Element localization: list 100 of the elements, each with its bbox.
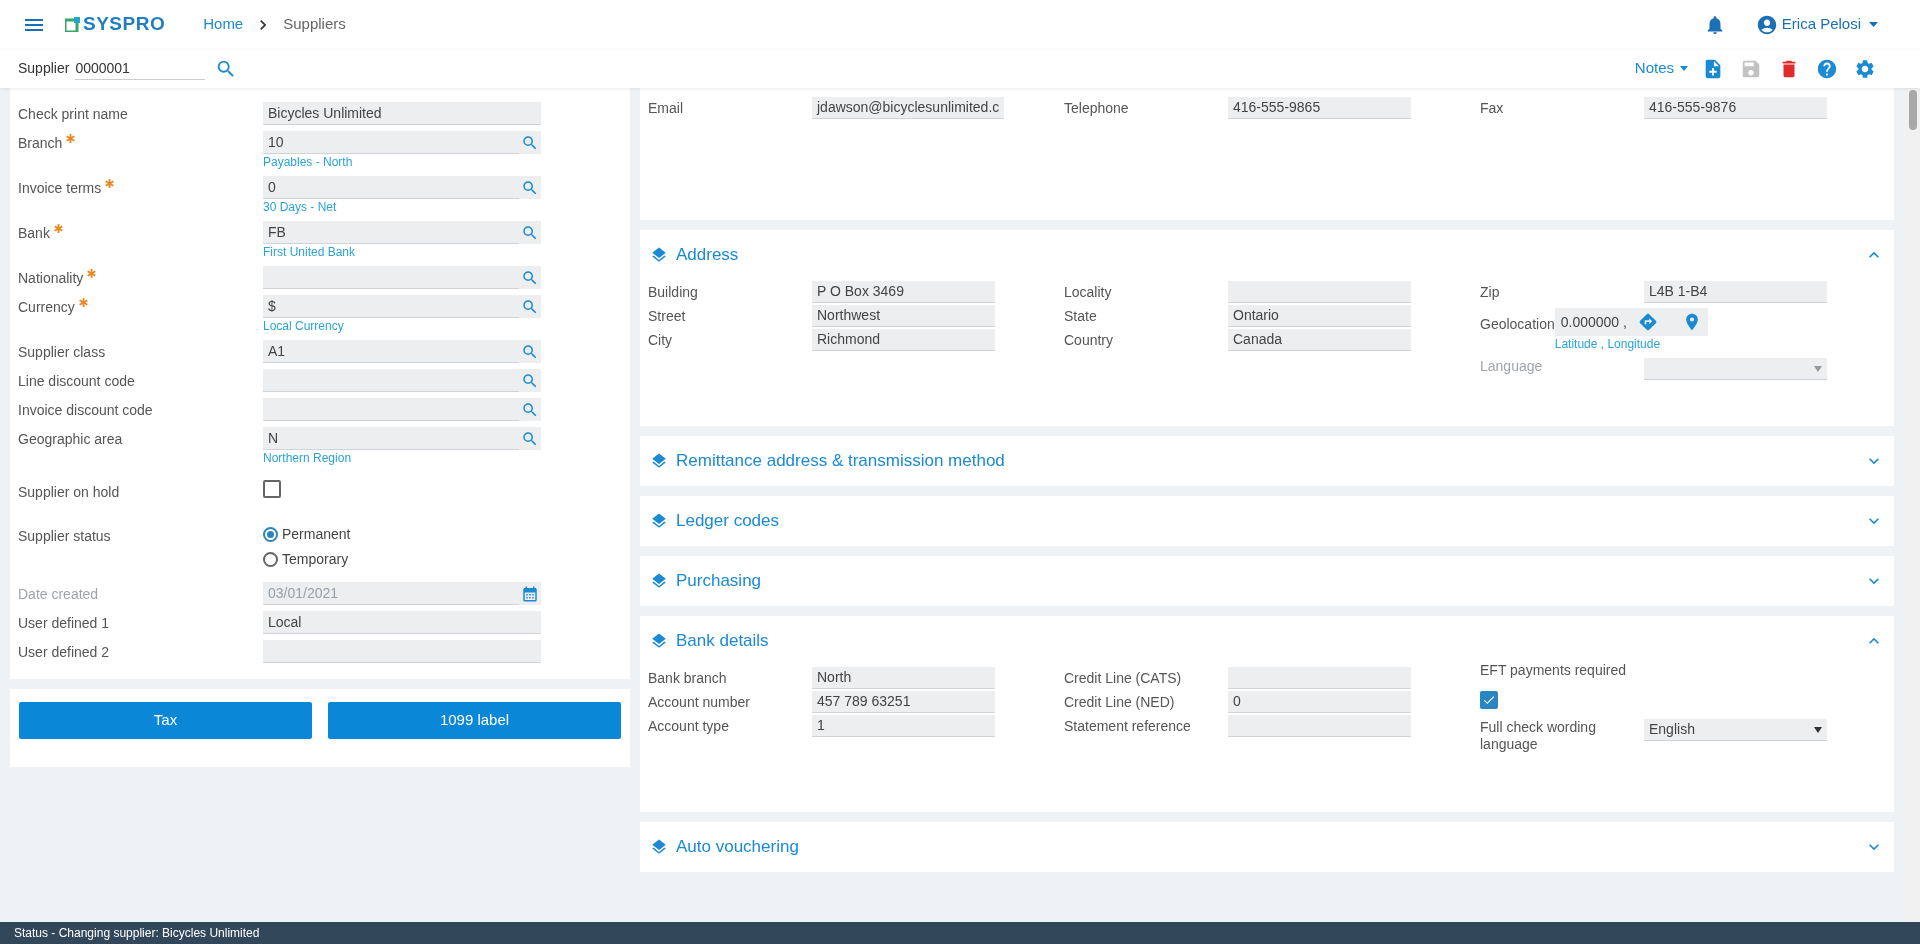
supplier-field[interactable]: 0000001 xyxy=(75,57,206,80)
action-button[interactable]: 1099 label xyxy=(328,702,621,739)
field-label: Zip xyxy=(1480,283,1501,301)
input-field[interactable]: 0 xyxy=(263,176,541,199)
input-field[interactable]: 10 xyxy=(263,131,541,154)
section-header[interactable]: Remittance address & transmission method xyxy=(640,436,1894,486)
field-label: Credit Line (CATS) xyxy=(1064,669,1183,687)
field-label: Date created xyxy=(18,585,99,604)
checkbox[interactable] xyxy=(1480,691,1498,709)
help-icon[interactable] xyxy=(1816,57,1838,80)
user-avatar-icon xyxy=(1755,13,1778,36)
section-header[interactable]: Purchasing xyxy=(640,556,1894,606)
input-field[interactable]: L4B 1-B4 xyxy=(1644,281,1827,303)
field-label: Invoice discount code xyxy=(18,401,153,420)
field-hint: Local Currency xyxy=(263,318,345,334)
section-title: Remittance address & transmission method xyxy=(676,450,1006,473)
action-button[interactable]: Tax xyxy=(19,702,312,739)
input-field[interactable] xyxy=(263,398,541,421)
input-field[interactable]: 0 xyxy=(1228,691,1411,713)
field-label: Locality xyxy=(1064,283,1113,301)
layers-icon xyxy=(650,246,668,264)
layers-icon xyxy=(650,838,668,856)
caret-icon xyxy=(1814,365,1822,372)
input-field[interactable]: FB xyxy=(263,221,541,244)
input-field[interactable]: Bicycles Unlimited xyxy=(263,102,541,125)
input-field[interactable] xyxy=(263,266,541,289)
radio-button[interactable] xyxy=(263,552,278,567)
field-label: User defined 1 xyxy=(18,614,110,633)
field-label: Country xyxy=(1064,331,1115,349)
input-field[interactable] xyxy=(263,369,541,392)
input-field[interactable]: 416-555-9876 xyxy=(1644,97,1827,119)
input-field[interactable]: 416-555-9865 xyxy=(1228,97,1411,119)
settings-icon[interactable] xyxy=(1854,57,1876,80)
field-label: User defined 2 xyxy=(18,643,110,662)
dropdown[interactable]: English xyxy=(1644,719,1827,741)
user-menu[interactable]: Erica Pelosi xyxy=(1755,13,1878,36)
caret-icon xyxy=(1814,726,1822,733)
field-label: Statement reference xyxy=(1064,717,1192,735)
field-label: Street xyxy=(648,307,687,325)
section-title: Purchasing xyxy=(676,570,763,593)
section-title: Address xyxy=(676,244,740,267)
notes-button[interactable]: Notes xyxy=(1634,57,1688,80)
caret-icon xyxy=(1869,22,1878,27)
section-header[interactable]: Auto vouchering xyxy=(640,822,1894,872)
geolocation-field[interactable]: 0.000000 , xyxy=(1554,308,1708,336)
field-label: Supplier status xyxy=(18,527,111,546)
radio-label: Temporary xyxy=(282,550,349,569)
field-label: City xyxy=(648,331,674,349)
required-mark-icon xyxy=(78,298,88,307)
required-mark-icon xyxy=(53,224,63,233)
input-field[interactable]: 1 xyxy=(812,715,995,737)
field-label: Account number xyxy=(648,693,751,711)
directions-icon[interactable] xyxy=(1637,312,1658,332)
input-field[interactable]: North xyxy=(812,667,995,689)
status-text: Status - Changing supplier: Bicycles Unlimited xyxy=(14,925,260,942)
field-label: Invoice terms xyxy=(18,179,102,198)
checkbox[interactable] xyxy=(263,480,281,498)
input-field[interactable] xyxy=(1228,281,1411,303)
section-header[interactable]: Address xyxy=(640,230,1894,280)
input-field[interactable] xyxy=(1228,667,1411,689)
field-hint: Latitude , Longitude xyxy=(1554,336,1662,352)
layers-icon xyxy=(650,572,668,590)
input-field[interactable]: Ontario xyxy=(1228,305,1411,327)
radio-button[interactable] xyxy=(263,527,278,542)
input-field[interactable]: A1 xyxy=(263,340,541,363)
breadcrumb-link[interactable]: Home xyxy=(203,13,244,36)
input-field[interactable]: N xyxy=(263,427,541,450)
field-label: Supplier on hold xyxy=(18,483,120,502)
input-field[interactable]: P O Box 3469 xyxy=(812,281,995,303)
logo-text: SYSPRO xyxy=(83,12,166,37)
logo-icon xyxy=(65,17,80,32)
field-hint: Payables - North xyxy=(263,154,354,170)
input-field[interactable]: 457 789 63251 xyxy=(812,691,995,713)
layers-icon xyxy=(650,452,668,470)
caret-icon xyxy=(1680,66,1688,71)
field-label: Nationality xyxy=(18,269,84,288)
input-field[interactable]: Local xyxy=(263,611,541,634)
field-label: Full check wording language xyxy=(1480,719,1597,753)
input-field[interactable]: Richmond xyxy=(812,329,995,351)
section-header[interactable]: Ledger codes xyxy=(640,496,1894,546)
input-field[interactable]: Canada xyxy=(1228,329,1411,351)
section-title: Ledger codes xyxy=(676,510,781,533)
input-field[interactable]: $ xyxy=(263,295,541,318)
field-label: Bank xyxy=(18,224,50,243)
field-label: Currency xyxy=(18,298,75,317)
scrollbar[interactable] xyxy=(1906,88,1920,922)
section-title: Bank details xyxy=(676,630,770,653)
field-hint: Northern Region xyxy=(263,450,353,466)
input-field[interactable]: jdawson@bicyclesunlimited.c xyxy=(812,97,1005,119)
check-icon xyxy=(1482,693,1496,707)
required-mark-icon xyxy=(105,179,115,188)
input-field[interactable] xyxy=(1228,715,1411,737)
input-field[interactable]: Northwest xyxy=(812,305,995,327)
field-label: State xyxy=(1064,307,1098,325)
input-field[interactable] xyxy=(263,640,541,663)
required-mark-icon xyxy=(66,134,76,143)
field-label: Line discount code xyxy=(18,372,135,391)
layers-icon xyxy=(650,632,668,650)
field-label: Account type xyxy=(648,717,730,735)
field-label: Geolocation xyxy=(1480,316,1555,332)
